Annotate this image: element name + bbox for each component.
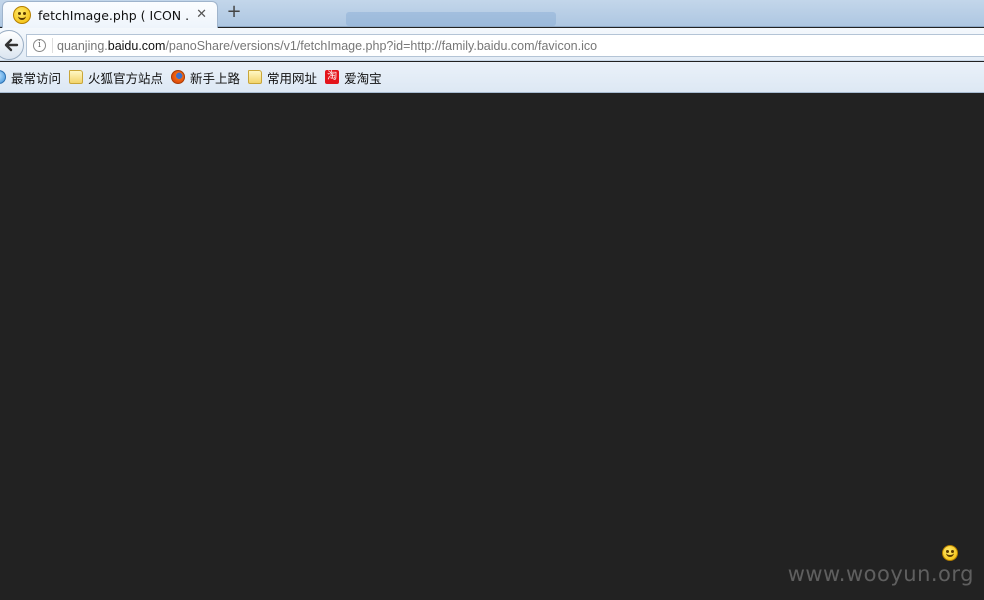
- tab-title: fetchImage.php ( ICON ...: [38, 7, 188, 23]
- bookmark-label: 火狐官方站点: [88, 70, 164, 86]
- back-button[interactable]: [0, 30, 24, 60]
- bookmark-ai-taobao[interactable]: 淘 爱淘宝: [325, 68, 382, 87]
- tab-strip-decoration: [346, 12, 556, 26]
- url-host: baidu.com: [107, 38, 166, 53]
- url-prefix: quanjing.: [57, 38, 108, 53]
- smiley-icon: [13, 6, 31, 24]
- bookmark-most-visited[interactable]: 最常访问: [0, 68, 61, 87]
- back-arrow-icon: [4, 38, 19, 52]
- info-icon[interactable]: i: [33, 39, 46, 52]
- folder-icon: [248, 70, 263, 84]
- new-tab-button[interactable]: +: [224, 2, 244, 22]
- tab-strip: fetchImage.php ( ICON ... ✕ +: [0, 0, 984, 28]
- bookmark-label: 爱淘宝: [344, 70, 382, 86]
- url-path: /panoShare/versions/v1/fetchImage.php?id…: [165, 38, 598, 53]
- bookmark-getting-started[interactable]: 新手上路: [171, 68, 240, 87]
- bookmark-firefox-official[interactable]: 火狐官方站点: [69, 68, 163, 87]
- bookmark-label: 最常访问: [11, 70, 62, 86]
- close-icon[interactable]: ✕: [196, 7, 207, 22]
- bookmark-common-sites[interactable]: 常用网址: [248, 68, 317, 87]
- bookmarks-toolbar: 最常访问 火狐官方站点 新手上路 常用网址 淘 爱淘宝: [0, 62, 984, 93]
- most-visited-icon: [0, 70, 6, 84]
- folder-icon: [69, 70, 84, 84]
- url-bar[interactable]: i quanjing.baidu.com/panoShare/versions/…: [26, 34, 984, 57]
- url-separator: [52, 38, 53, 53]
- url-text[interactable]: quanjing.baidu.com/panoShare/versions/v1…: [57, 39, 597, 53]
- navigation-bar: i quanjing.baidu.com/panoShare/versions/…: [0, 28, 984, 61]
- bookmark-label: 常用网址: [267, 70, 318, 86]
- taobao-icon: 淘: [325, 70, 340, 84]
- favicon-image: [942, 545, 958, 561]
- tab-fetchimage[interactable]: fetchImage.php ( ICON ... ✕: [2, 1, 218, 28]
- firefox-icon: [171, 70, 186, 84]
- page-content: www.wooyun.org: [0, 94, 984, 600]
- bookmark-label: 新手上路: [190, 70, 241, 86]
- watermark: www.wooyun.org: [787, 562, 974, 586]
